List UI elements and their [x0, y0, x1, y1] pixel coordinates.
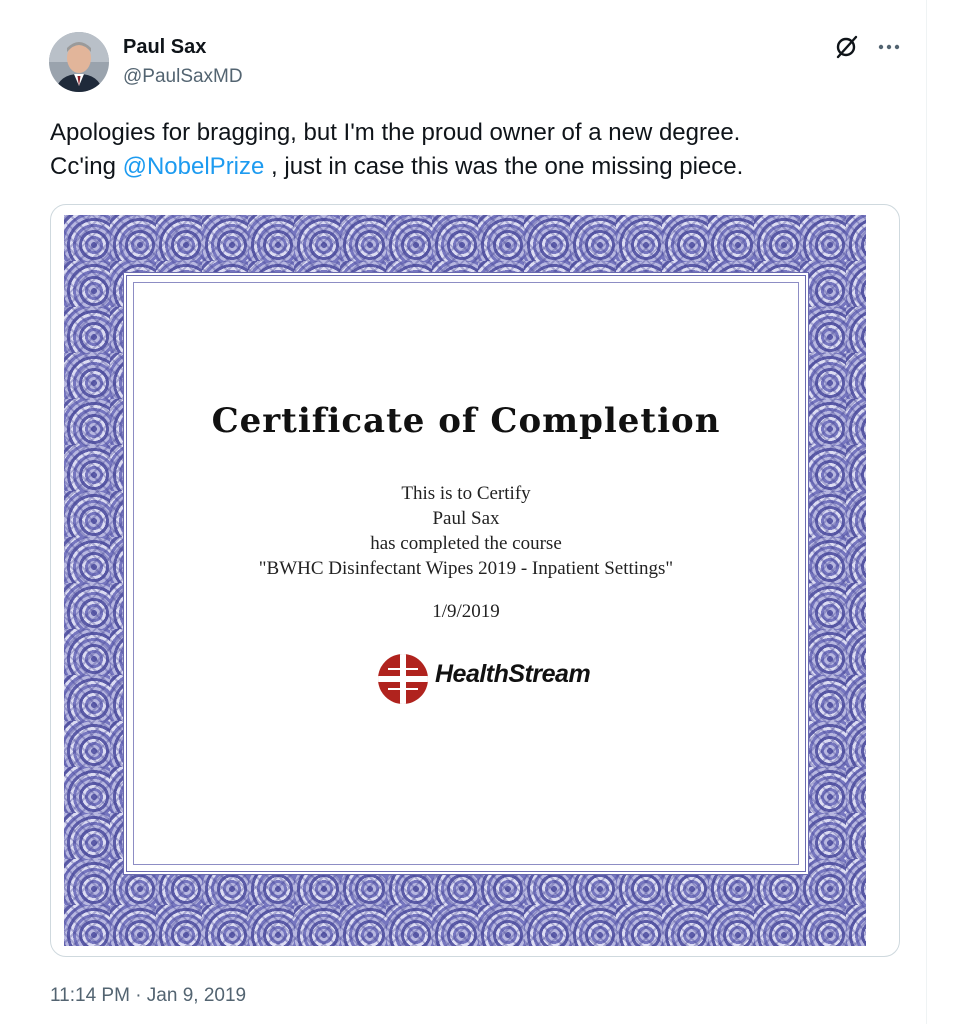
tweet-text: Apologies for bragging, but I'm the prou… — [50, 116, 910, 184]
tweet-card: Paul Sax @PaulSaxMD Apologies for braggi… — [0, 0, 927, 1024]
mention-link[interactable]: @NobelPrize — [123, 153, 265, 180]
avatar[interactable] — [49, 32, 109, 92]
certificate-date: 1/9/2019 — [432, 601, 500, 622]
grok-icon[interactable] — [834, 34, 860, 60]
tweet-text-suffix: , just in case this was the one missing … — [264, 153, 744, 180]
certificate-course: "BWHC Disinfectant Wipes 2019 - Inpatien… — [258, 558, 674, 579]
tweet-text-line-1: Apologies for bragging, but I'm the prou… — [50, 119, 741, 146]
tweet-text-prefix: Cc'ing — [50, 153, 123, 180]
healthstream-logo-icon — [378, 654, 428, 704]
certificate-line-certify: This is to Certify — [401, 483, 531, 504]
certificate-recipient: Paul Sax — [432, 508, 500, 529]
author-display-name[interactable]: Paul Sax — [123, 36, 206, 59]
healthstream-logo-text: HealthStream — [435, 660, 591, 688]
certificate-title: Certificate of Completion — [211, 401, 721, 441]
certificate-line-completed: has completed the course — [370, 533, 562, 554]
tweet-image[interactable]: Certificate of Completion This is to Cer… — [50, 204, 900, 957]
author-handle[interactable]: @PaulSaxMD — [123, 66, 243, 88]
tweet-timestamp[interactable]: 11:14 PM · Jan 9, 2019 — [50, 985, 246, 1007]
more-icon[interactable] — [876, 34, 902, 60]
tweet-text-line-2: Cc'ing @NobelPrize , just in case this w… — [50, 150, 910, 184]
